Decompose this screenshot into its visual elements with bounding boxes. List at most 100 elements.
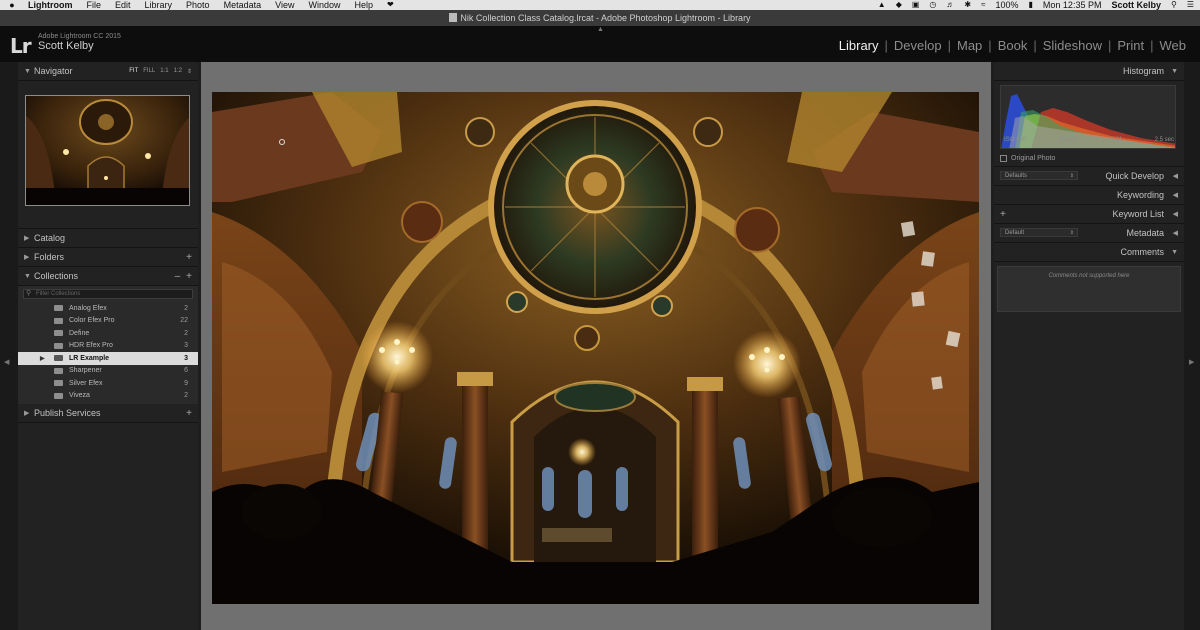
keywording-header[interactable]: Keywording ◀ (994, 186, 1184, 205)
left-panel: ▼ Navigator FIT FILL 1:1 1:2 ⇕ ▶ Catalog… (18, 62, 198, 630)
collection-icon (54, 392, 63, 399)
collection-item[interactable]: Silver Efex 9 (18, 377, 198, 390)
metadata-header[interactable]: Default ⇕ Metadata ◀ (994, 224, 1184, 243)
module-develop[interactable]: Develop (888, 38, 948, 53)
collection-item[interactable]: Define 2 (18, 327, 198, 340)
dropbox-icon[interactable]: ◆ (896, 0, 902, 10)
module-book[interactable]: Book (992, 38, 1034, 53)
notification-icon[interactable]: ☰ (1187, 0, 1194, 10)
add-collection-icon[interactable]: + (186, 271, 192, 282)
navigator-thumbnail-image (26, 96, 189, 205)
left-panel-edge[interactable]: ◀ (0, 62, 18, 630)
extension-icon[interactable]: ❤ (387, 0, 394, 10)
menu-window[interactable]: Window (308, 0, 340, 10)
collection-item-selected[interactable]: ▶ LR Example 3 (18, 352, 198, 365)
collection-item[interactable]: HDR Efex Pro 3 (18, 340, 198, 353)
collections-filter-input[interactable]: ⚲ Filter Collections (23, 289, 193, 299)
navigator-preview[interactable] (18, 81, 198, 229)
publish-services-header[interactable]: ▶ Publish Services + (18, 404, 198, 423)
publish-services-title: Publish Services (34, 408, 101, 418)
histogram-panel: ISO 100 14 mm f / 11 2.5 sec Original Ph… (994, 81, 1184, 167)
identity-plate-bar: Lr Adobe Lightroom CC 2015 Scott Kelby ▲… (0, 26, 1200, 62)
metadata-title: Metadata (1126, 228, 1164, 238)
module-map[interactable]: Map (951, 38, 988, 53)
module-web[interactable]: Web (1154, 38, 1193, 53)
exif-aperture: f / 11 (1109, 137, 1123, 143)
add-folder-icon[interactable]: + (186, 252, 192, 263)
collection-item[interactable]: Sharpener 6 (18, 365, 198, 378)
collapsed-triangle-icon: ◀ (1172, 211, 1178, 218)
bluetooth-icon[interactable]: ✱ (964, 0, 971, 10)
search-icon[interactable]: ⚲ (1171, 0, 1177, 10)
menu-edit[interactable]: Edit (115, 0, 131, 10)
menu-photo[interactable]: Photo (186, 0, 210, 10)
volume-icon[interactable]: ♬ (946, 0, 954, 10)
battery-percent: 100% (995, 0, 1019, 10)
histogram-header[interactable]: Histogram ▼ (994, 62, 1184, 81)
collection-name: Analog Efex (69, 304, 107, 312)
quick-develop-header[interactable]: Defaults ⇕ Quick Develop ◀ (994, 167, 1184, 186)
collection-name: Color Efex Pro (69, 317, 115, 325)
metadata-preset-select[interactable]: Default ⇕ (1000, 228, 1078, 237)
church-interior-image (212, 92, 979, 604)
zoom-fill[interactable]: FILL (143, 68, 155, 75)
expand-triangle-icon[interactable]: ▶ (40, 355, 45, 362)
original-photo-checkbox[interactable] (1000, 155, 1007, 162)
collapsed-triangle-icon: ◀ (1172, 192, 1178, 199)
battery-icon[interactable]: ▮ (1029, 0, 1033, 10)
keyword-list-header[interactable]: + Keyword List ◀ (994, 205, 1184, 224)
apple-menu-icon[interactable]: ● (0, 0, 16, 10)
menu-help[interactable]: Help (354, 0, 373, 10)
folders-header[interactable]: ▶ Folders + (18, 248, 198, 267)
display-icon[interactable]: ▣ (912, 0, 920, 10)
menu-library[interactable]: Library (145, 0, 173, 10)
saved-preset-select[interactable]: Defaults ⇕ (1000, 171, 1078, 180)
remove-collection-icon[interactable]: – (175, 271, 181, 282)
clock[interactable]: Mon 12:35 PM (1043, 0, 1102, 10)
loupe-view[interactable] (201, 62, 991, 630)
catalog-header[interactable]: ▶ Catalog (18, 229, 198, 248)
collapsed-triangle-icon: ◀ (1172, 173, 1178, 180)
exif-iso: ISO 100 (1004, 137, 1027, 143)
module-slideshow[interactable]: Slideshow (1037, 38, 1108, 53)
time-machine-icon[interactable]: ◷ (929, 0, 936, 10)
collections-header[interactable]: ▼ Collections – + (18, 267, 198, 286)
add-publish-service-icon[interactable]: + (186, 408, 192, 419)
menu-view[interactable]: View (275, 0, 294, 10)
right-panel-edge[interactable]: ▶ (1184, 62, 1200, 630)
collection-item[interactable]: Color Efex Pro 22 (18, 315, 198, 328)
navigator-header[interactable]: ▼ Navigator FIT FILL 1:1 1:2 ⇕ (18, 62, 198, 81)
collection-item[interactable]: Analog Efex 2 (18, 302, 198, 315)
module-print[interactable]: Print (1111, 38, 1150, 53)
menu-metadata[interactable]: Metadata (224, 0, 262, 10)
zoom-1-2[interactable]: 1:2 (174, 68, 182, 75)
app-menu[interactable]: Lightroom (28, 0, 73, 10)
collapse-right-arrow-icon[interactable]: ▶ (1189, 358, 1194, 366)
original-photo-toggle[interactable]: Original Photo (1000, 155, 1055, 162)
mac-menubar: ● Lightroom File Edit Library Photo Meta… (0, 0, 1200, 10)
updown-icon: ⇕ (1069, 230, 1074, 236)
status-icon[interactable]: ▲ (878, 0, 886, 10)
user-menu[interactable]: Scott Kelby (1111, 0, 1161, 10)
collection-item[interactable]: Viveza 2 (18, 390, 198, 403)
collection-icon (54, 355, 63, 362)
menu-file[interactable]: File (87, 0, 102, 10)
search-icon: ⚲ (26, 290, 32, 297)
comments-header[interactable]: Comments ▼ (994, 243, 1184, 262)
wifi-icon[interactable]: ≈ (981, 0, 985, 10)
collapse-left-arrow-icon[interactable]: ◀ (4, 358, 9, 366)
main-photo[interactable] (212, 92, 979, 604)
collapse-top-arrow-icon[interactable]: ▲ (597, 26, 604, 33)
collapsed-triangle-icon: ▶ (24, 235, 30, 242)
navigator-thumbnail[interactable] (25, 95, 190, 206)
collection-count: 6 (184, 367, 188, 375)
zoom-more-icon[interactable]: ⇕ (187, 68, 192, 75)
lightroom-logo: Lr (10, 34, 32, 58)
collection-icon (54, 317, 63, 324)
zoom-fit[interactable]: FIT (129, 68, 138, 75)
collection-icon (54, 367, 63, 374)
zoom-1-1[interactable]: 1:1 (160, 68, 168, 75)
module-library[interactable]: Library (833, 38, 885, 53)
collection-icon (54, 342, 63, 349)
add-keyword-icon[interactable]: + (1000, 209, 1006, 220)
